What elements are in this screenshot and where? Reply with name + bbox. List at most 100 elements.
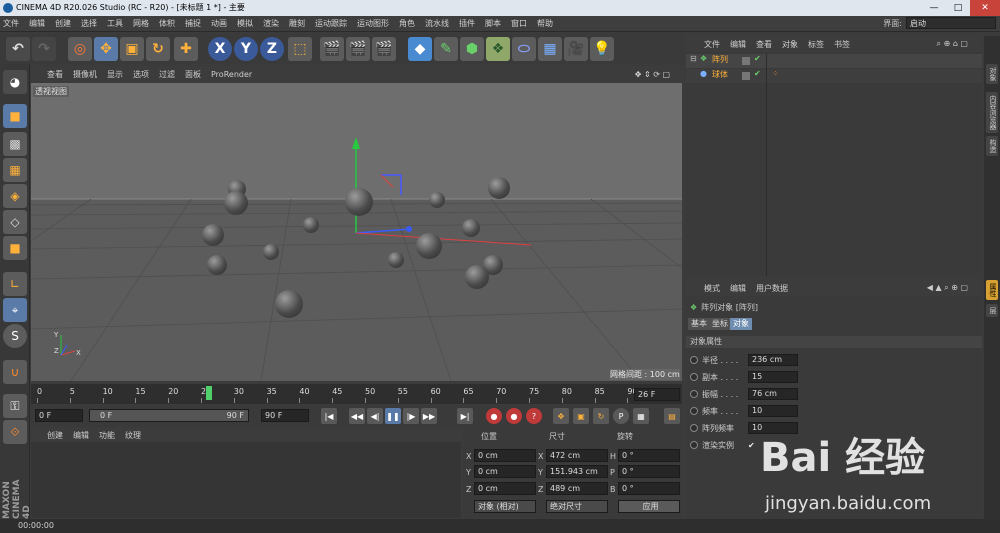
sphere-clone[interactable]	[462, 219, 480, 237]
object-menu-file[interactable]: 文件	[704, 39, 720, 50]
menu-tools[interactable]: 工具	[107, 18, 123, 29]
menu-simulate[interactable]: 模拟	[237, 18, 253, 29]
viewport-menu-options[interactable]: 选项	[133, 69, 149, 80]
animate-dot-icon[interactable]	[690, 424, 698, 432]
viewport-menu-cameras[interactable]: 摄像机	[73, 69, 97, 80]
tab-content-browser[interactable]: 内容浏览器	[986, 92, 998, 133]
axis-mode-icon[interactable]: ∟	[3, 272, 27, 296]
object-menu-bookmarks[interactable]: 书签	[834, 39, 850, 50]
sphere-clone[interactable]	[488, 177, 510, 199]
autokey-icon[interactable]: ●	[506, 408, 522, 424]
sphere-clone[interactable]	[303, 217, 319, 233]
tab-layers-side[interactable]: 层	[986, 304, 998, 317]
coordinate-system-icon[interactable]: ⬚	[288, 37, 312, 61]
tab-structure[interactable]: 构造	[986, 136, 998, 156]
points-mode-icon[interactable]: ◈	[3, 184, 27, 208]
model-mode-icon[interactable]: ■	[3, 104, 27, 128]
sphere-clone[interactable]	[345, 188, 373, 216]
tab-object[interactable]: 对象	[730, 318, 752, 330]
coordinate-mode-select[interactable]: 对象 (相对)	[474, 500, 536, 513]
snap-icon[interactable]: ∪	[3, 360, 27, 384]
keyframe-selection-icon[interactable]: ?	[526, 408, 542, 424]
lock-workplane-icon[interactable]: ⚿	[3, 394, 27, 418]
sphere-clone[interactable]	[465, 265, 489, 289]
amplitude-field[interactable]: 76 cm	[748, 388, 798, 400]
attribute-menu-edit[interactable]: 编辑	[730, 283, 746, 294]
copies-field[interactable]: 15	[748, 371, 798, 383]
render-view-icon[interactable]: 🎬	[320, 37, 344, 61]
object-menu-tags[interactable]: 标签	[808, 39, 824, 50]
array-cloner-icon[interactable]: ❖	[486, 37, 510, 61]
render-picture-viewer-icon[interactable]: 🎬	[346, 37, 370, 61]
layout-select[interactable]: 启动	[906, 17, 996, 29]
animate-dot-icon[interactable]	[690, 356, 698, 364]
scale-key-icon[interactable]: ▣	[573, 408, 589, 424]
rotation-p-field[interactable]: 0 °	[618, 465, 680, 478]
frequency-field[interactable]: 10	[748, 405, 798, 417]
viewport-menu-filter[interactable]: 过滤	[159, 69, 175, 80]
viewport-menu-view[interactable]: 查看	[47, 69, 63, 80]
position-x-field[interactable]: 0 cm	[474, 449, 536, 462]
object-row[interactable]: ● 球体 ✔ ⁘	[686, 69, 982, 83]
pause-icon[interactable]: ❚❚	[385, 408, 401, 424]
edges-mode-icon[interactable]: ◇	[3, 210, 27, 234]
tab-objects-side[interactable]: 对象	[986, 64, 998, 84]
menu-sculpt[interactable]: 雕刻	[289, 18, 305, 29]
texture-mode-icon[interactable]: ▩	[3, 132, 27, 156]
menu-render[interactable]: 渲染	[263, 18, 279, 29]
viewport-nav-icons[interactable]: ✥ ⇕ ⟳ ▢	[635, 70, 670, 79]
previous-key-icon[interactable]: ◀◀	[349, 408, 365, 424]
viewport-menu-prorender[interactable]: ProRender	[211, 70, 252, 79]
minimize-button[interactable]: —	[922, 0, 946, 16]
sphere-clone[interactable]	[388, 252, 404, 268]
object-menu-view[interactable]: 查看	[756, 39, 772, 50]
menu-plugins[interactable]: 插件	[459, 18, 475, 29]
cube-primitive-icon[interactable]: ◆	[408, 37, 432, 61]
workplane-icon[interactable]: ▦	[3, 158, 27, 182]
collapse-icon[interactable]: ⊟	[690, 54, 697, 63]
attribute-menu-userdata[interactable]: 用户数据	[756, 283, 788, 294]
object-name[interactable]: 阵列	[712, 54, 728, 65]
material-menu-create[interactable]: 创建	[47, 430, 63, 441]
close-button[interactable]: ✕	[970, 0, 1000, 16]
menu-mesh[interactable]: 网格	[133, 18, 149, 29]
menu-animate[interactable]: 动画	[211, 18, 227, 29]
menu-file[interactable]: 文件	[3, 18, 19, 29]
perspective-viewport[interactable]: Y Z X	[31, 83, 682, 381]
size-z-field[interactable]: 489 cm	[546, 482, 608, 495]
object-row[interactable]: ⊟ ❖ 阵列 ✔	[686, 54, 982, 68]
parameter-key-icon[interactable]: P	[613, 408, 629, 424]
tab-attributes-side[interactable]: 属性	[986, 280, 998, 300]
object-manager-nav-icons[interactable]: ⌕ ⊕ ⌂ ▢	[937, 39, 968, 49]
undo-icon[interactable]: ↶	[6, 37, 30, 61]
menu-volume[interactable]: 体积	[159, 18, 175, 29]
object-menu-objects[interactable]: 对象	[782, 39, 798, 50]
menu-mograph[interactable]: 运动图形	[357, 18, 389, 29]
y-axis-lock-icon[interactable]: Y	[234, 37, 258, 61]
sphere-clone[interactable]	[416, 233, 442, 259]
render-instances-checkbox[interactable]: ✔	[748, 441, 755, 450]
preview-range-slider[interactable]: 0 F 90 F	[89, 409, 249, 422]
scale-tool-icon[interactable]: ▣	[120, 37, 144, 61]
tab-coordinates[interactable]: 坐标	[709, 318, 731, 330]
position-z-field[interactable]: 0 cm	[474, 482, 536, 495]
material-menu-edit[interactable]: 编辑	[73, 430, 89, 441]
sphere-clone[interactable]	[429, 192, 445, 208]
sphere-clone[interactable]	[263, 244, 279, 260]
object-name[interactable]: 球体	[712, 69, 728, 80]
material-menu-texture[interactable]: 纹理	[125, 430, 141, 441]
size-y-field[interactable]: 151.943 cm	[546, 465, 608, 478]
tweak-mode-icon[interactable]: ⌖	[3, 298, 27, 322]
subdivision-icon[interactable]: ⬢	[460, 37, 484, 61]
z-axis-lock-icon[interactable]: Z	[260, 37, 284, 61]
sphere-clone[interactable]	[202, 224, 224, 246]
timeline-window-icon[interactable]: ▤	[664, 408, 680, 424]
material-menu-function[interactable]: 功能	[99, 430, 115, 441]
tab-basic[interactable]: 基本	[688, 318, 710, 330]
rotate-tool-icon[interactable]: ↻	[146, 37, 170, 61]
redo-icon[interactable]: ↷	[32, 37, 56, 61]
end-frame-field[interactable]: 90 F	[261, 409, 309, 422]
apply-button[interactable]: 应用	[618, 500, 680, 513]
visibility-icon[interactable]	[742, 72, 750, 80]
visibility-icon[interactable]	[742, 57, 750, 65]
